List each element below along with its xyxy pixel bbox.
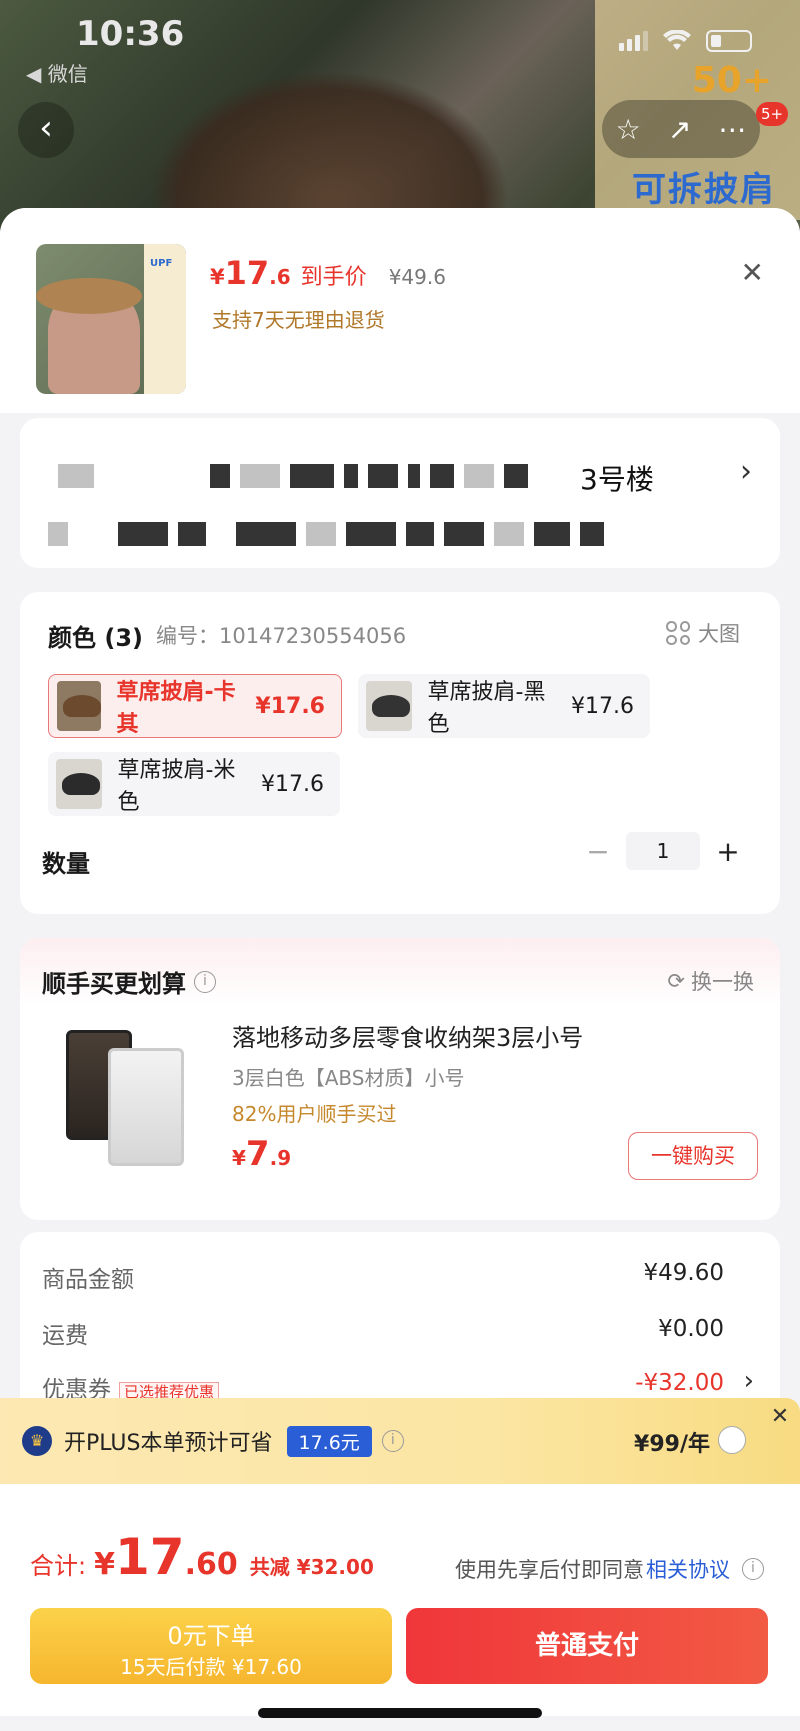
addon-title: 顺手买更划算 i <box>42 964 216 999</box>
purchase-sheet: UPF ¥17.6 到手价 ¥49.6 支持7天无理由退货 ✕ 3号楼 › 颜色… <box>0 208 800 1731</box>
sku-option-black[interactable]: 草席披肩-黑色 ¥17.6 <box>358 674 650 738</box>
total-int: 17 <box>114 1528 185 1586</box>
addon-bought-rate: 82%用户顺手买过 <box>232 1102 397 1126</box>
sku-option-price: ¥17.6 <box>261 771 324 797</box>
agreement-text: 使用先享后付即同意 <box>455 1558 644 1582</box>
total-amount: 合计: ¥ 17 .60 共减 ¥32.00 <box>30 1528 374 1586</box>
goods-amount-value: ¥49.60 <box>643 1260 724 1286</box>
one-click-buy-button[interactable]: 一键购买 <box>628 1132 758 1180</box>
plus-savings-badge: 17.6元 <box>286 1425 372 1457</box>
plus-price: ¥99/年 <box>634 1432 710 1457</box>
total-label: 合计: <box>30 1552 87 1580</box>
hat-photo <box>150 70 510 230</box>
status-time: 10:36 <box>76 14 185 54</box>
battery-icon <box>706 30 752 52</box>
addon-product-image[interactable] <box>42 1018 204 1180</box>
address-blurred-line2 <box>48 522 604 546</box>
share-icon[interactable]: ↗ <box>668 113 691 146</box>
return-policy: 支持7天无理由退货 <box>212 308 385 332</box>
final-price: ¥17.6 <box>210 254 291 292</box>
sku-option-price: ¥17.6 <box>571 693 634 719</box>
agreement-info-icon[interactable]: i <box>742 1558 764 1580</box>
product-code: 编号：10147230554056 <box>156 624 407 648</box>
zero-down-sublabel: 15天后付款 ¥17.60 <box>120 1655 302 1679</box>
sku-option-price: ¥17.6 <box>255 693 325 719</box>
sku-thumb <box>366 681 412 731</box>
coupon-chevron-icon: › <box>743 1366 754 1396</box>
grid-icon <box>666 621 690 645</box>
final-price-tag: 到手价 <box>300 265 367 290</box>
price-line: ¥17.6 到手价 ¥49.6 <box>210 254 446 292</box>
swap-label: 换一换 <box>691 970 754 994</box>
sku-thumb <box>57 681 101 731</box>
product-thumbnail[interactable]: UPF <box>36 244 186 394</box>
swap-button[interactable]: ⟳ 换一换 <box>667 966 754 996</box>
sheet-header: UPF ¥17.6 到手价 ¥49.6 支持7天无理由退货 ✕ <box>0 208 800 413</box>
sku-option-label: 草席披肩-米色 <box>117 758 236 815</box>
addon-product-spec: 3层白色【ABS材质】小号 <box>232 1066 465 1090</box>
refresh-icon: ⟳ <box>667 969 685 993</box>
original-price: ¥49.6 <box>388 265 446 289</box>
home-indicator <box>258 1708 542 1718</box>
sku-option-label: 草席披肩-卡其 <box>116 680 236 737</box>
plus-info-icon[interactable]: i <box>381 1430 404 1452</box>
sku-option-khaki[interactable]: 草席披肩-卡其 ¥17.6 <box>48 674 342 738</box>
crown-icon: ♛ <box>22 1426 52 1456</box>
zero-down-order-button[interactable]: 0元下单 15天后付款 ¥17.60 <box>30 1608 392 1684</box>
upf-label: 50+ <box>691 60 772 101</box>
star-icon[interactable]: ☆ <box>616 113 641 146</box>
quantity-plus-button[interactable]: + <box>714 835 742 868</box>
goods-amount-row: 商品金额 ¥49.60 <box>42 1260 724 1294</box>
total-dec: .60 <box>184 1547 238 1582</box>
address-chevron-icon: › <box>740 454 752 489</box>
addon-product-name[interactable]: 落地移动多层零食收纳架3层小号 <box>232 1018 583 1053</box>
goods-amount-label: 商品金额 <box>42 1267 134 1293</box>
more-icon[interactable]: ⋯ <box>718 113 746 146</box>
plus-promo-text: 开PLUS本单预计可省 <box>64 1431 273 1456</box>
sku-option-label: 草席披肩-黑色 <box>427 680 546 737</box>
plus-radio[interactable] <box>718 1426 746 1454</box>
total-savings: 共减 ¥32.00 <box>249 1555 374 1579</box>
quantity-minus-button[interactable]: − <box>584 835 612 868</box>
sku-option-beige[interactable]: 草席披肩-米色 ¥17.6 <box>48 752 340 816</box>
big-picture-toggle[interactable]: 大图 <box>666 618 740 648</box>
addon-title-text: 顺手买更划算 <box>42 970 186 998</box>
quantity-stepper: − 1 + <box>584 832 742 870</box>
wifi-icon <box>663 30 691 50</box>
shipping-label: 运费 <box>42 1323 88 1349</box>
info-icon[interactable]: i <box>194 970 216 993</box>
address-card[interactable]: 3号楼 › <box>20 418 780 568</box>
nav-actions: ☆ ↗ ⋯ <box>602 100 760 158</box>
status-icons <box>619 30 752 52</box>
zero-down-label: 0元下单 <box>167 1622 255 1650</box>
promo-text: 可拆披肩 <box>632 170 776 210</box>
quantity-value[interactable]: 1 <box>626 832 700 870</box>
addon-price: ¥7.9 <box>232 1134 292 1174</box>
shipping-row: 运费 ¥0.00 <box>42 1316 724 1350</box>
plus-promo-bar[interactable]: ♛ 开PLUS本单预计可省 17.6元 i ¥99/年 ✕ <box>0 1398 800 1484</box>
address-blurred-line1 <box>58 464 528 488</box>
shipping-value: ¥0.00 <box>658 1316 724 1342</box>
agreement-note: 使用先享后付即同意 相关协议 i <box>455 1554 764 1584</box>
action-buttons: 0元下单 15天后付款 ¥17.60 普通支付 <box>0 1596 800 1716</box>
address-building: 3号楼 <box>580 463 654 496</box>
big-picture-label: 大图 <box>698 622 740 646</box>
status-back-app[interactable]: ◀ 微信 <box>26 58 88 87</box>
close-icon[interactable]: ✕ <box>741 256 764 289</box>
back-icon[interactable]: ‹ <box>18 102 74 158</box>
quantity-label: 数量 <box>42 850 90 878</box>
agreement-link[interactable]: 相关协议 <box>646 1554 730 1584</box>
sku-card: 颜色 (3) 编号：10147230554056 大图 草席披肩-卡其 ¥17.… <box>20 592 780 914</box>
normal-pay-button[interactable]: 普通支付 <box>406 1608 768 1684</box>
total-currency: ¥ <box>94 1547 115 1582</box>
sku-thumb <box>56 759 102 809</box>
addon-card: 顺手买更划算 i ⟳ 换一换 落地移动多层零食收纳架3层小号 3层白色【ABS材… <box>20 938 780 1220</box>
plus-close-icon[interactable]: ✕ <box>760 1398 800 1438</box>
signal-icon <box>619 31 648 51</box>
color-title: 颜色 (3) <box>48 624 143 652</box>
notification-badge: 5+ <box>756 102 788 126</box>
